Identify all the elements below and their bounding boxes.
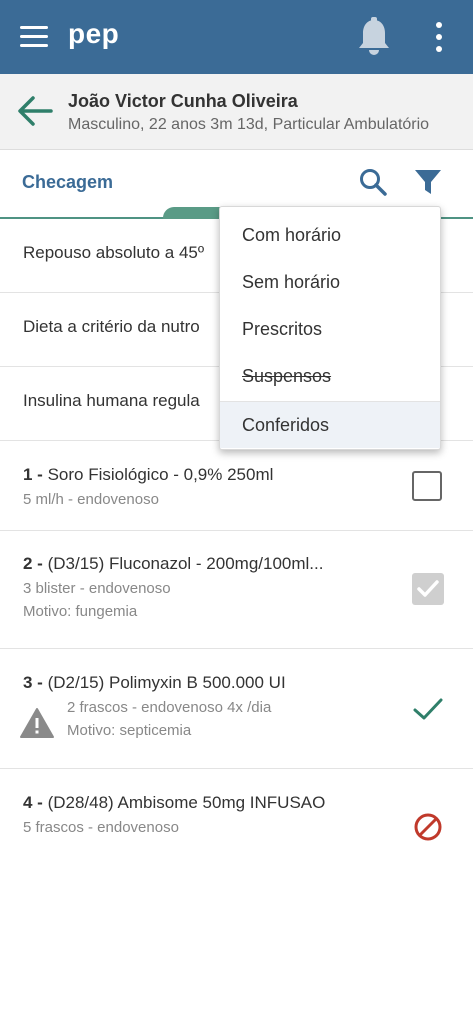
medication-number: 4 - <box>23 793 43 812</box>
medication-number: 1 - <box>23 465 43 484</box>
filter-dropdown-menu: Com horário Sem horário Prescritos Suspe… <box>219 206 441 450</box>
hamburger-menu-icon[interactable] <box>18 24 50 50</box>
filter-option-com-horario[interactable]: Com horário <box>220 212 440 259</box>
care-item-label: Dieta a critério da nutro <box>23 317 200 336</box>
medication-row[interactable]: 1 - Soro Fisiológico - 0,9% 250ml 5 ml/h… <box>0 441 473 531</box>
confirmed-check-icon[interactable] <box>412 693 444 725</box>
medication-reason: Motivo: fungemia <box>23 603 138 620</box>
patient-info: Masculino, 22 anos 3m 13d, Particular Am… <box>68 116 430 133</box>
warning-icon <box>19 707 55 739</box>
medication-name: (D3/15) Fluconazol - 200mg/100ml... <box>47 554 324 573</box>
medication-details: 5 frascos - endovenoso <box>23 819 179 836</box>
medication-row[interactable]: 2 - (D3/15) Fluconazol - 200mg/100ml... … <box>0 531 473 649</box>
medication-number: 2 - <box>23 554 43 573</box>
medication-row[interactable]: 3 - (D2/15) Polimyxin B 500.000 UI 2 fra… <box>0 649 473 769</box>
search-icon[interactable] <box>358 167 388 197</box>
medication-reason: Motivo: septicemia <box>67 722 192 739</box>
filter-option-prescritos[interactable]: Prescritos <box>220 306 440 353</box>
more-options-icon[interactable] <box>426 20 454 54</box>
filter-option-sem-horario[interactable]: Sem horário <box>220 259 440 306</box>
medication-row[interactable]: 4 - (D28/48) Ambisome 50mg INFUSAO 5 fra… <box>0 769 473 859</box>
filter-icon[interactable] <box>413 167 443 197</box>
medication-details: 2 frascos - endovenoso 4x /dia <box>67 699 272 716</box>
app-bar: pep <box>0 0 473 74</box>
medication-name: Soro Fisiológico - 0,9% 250ml <box>47 465 274 484</box>
patient-header: João Victor Cunha Oliveira Masculino, 22… <box>0 74 473 150</box>
unchecked-checkbox[interactable] <box>412 471 442 501</box>
tab-checagem[interactable]: Checagem <box>22 172 113 193</box>
medication-name: (D2/15) Polimyxin B 500.000 UI <box>47 673 286 692</box>
checked-checkbox-icon[interactable] <box>412 573 444 605</box>
app-title: pep <box>68 18 120 49</box>
care-item-label: Insulina humana regula <box>23 391 200 410</box>
filter-option-suspensos[interactable]: Suspensos <box>220 353 440 400</box>
filter-option-conferidos[interactable]: Conferidos <box>220 401 440 448</box>
notification-bell-icon[interactable] <box>356 17 392 57</box>
care-item-label: Repouso absoluto a 45º <box>23 243 205 262</box>
back-arrow-icon[interactable] <box>16 94 54 128</box>
medication-name: (D28/48) Ambisome 50mg INFUSAO <box>47 793 326 812</box>
medication-number: 3 - <box>23 673 43 692</box>
patient-name: João Victor Cunha Oliveira <box>68 91 298 111</box>
suspended-icon[interactable] <box>412 811 444 843</box>
medication-details: 3 blister - endovenoso <box>23 580 171 597</box>
medication-details: 5 ml/h - endovenoso <box>23 491 159 508</box>
